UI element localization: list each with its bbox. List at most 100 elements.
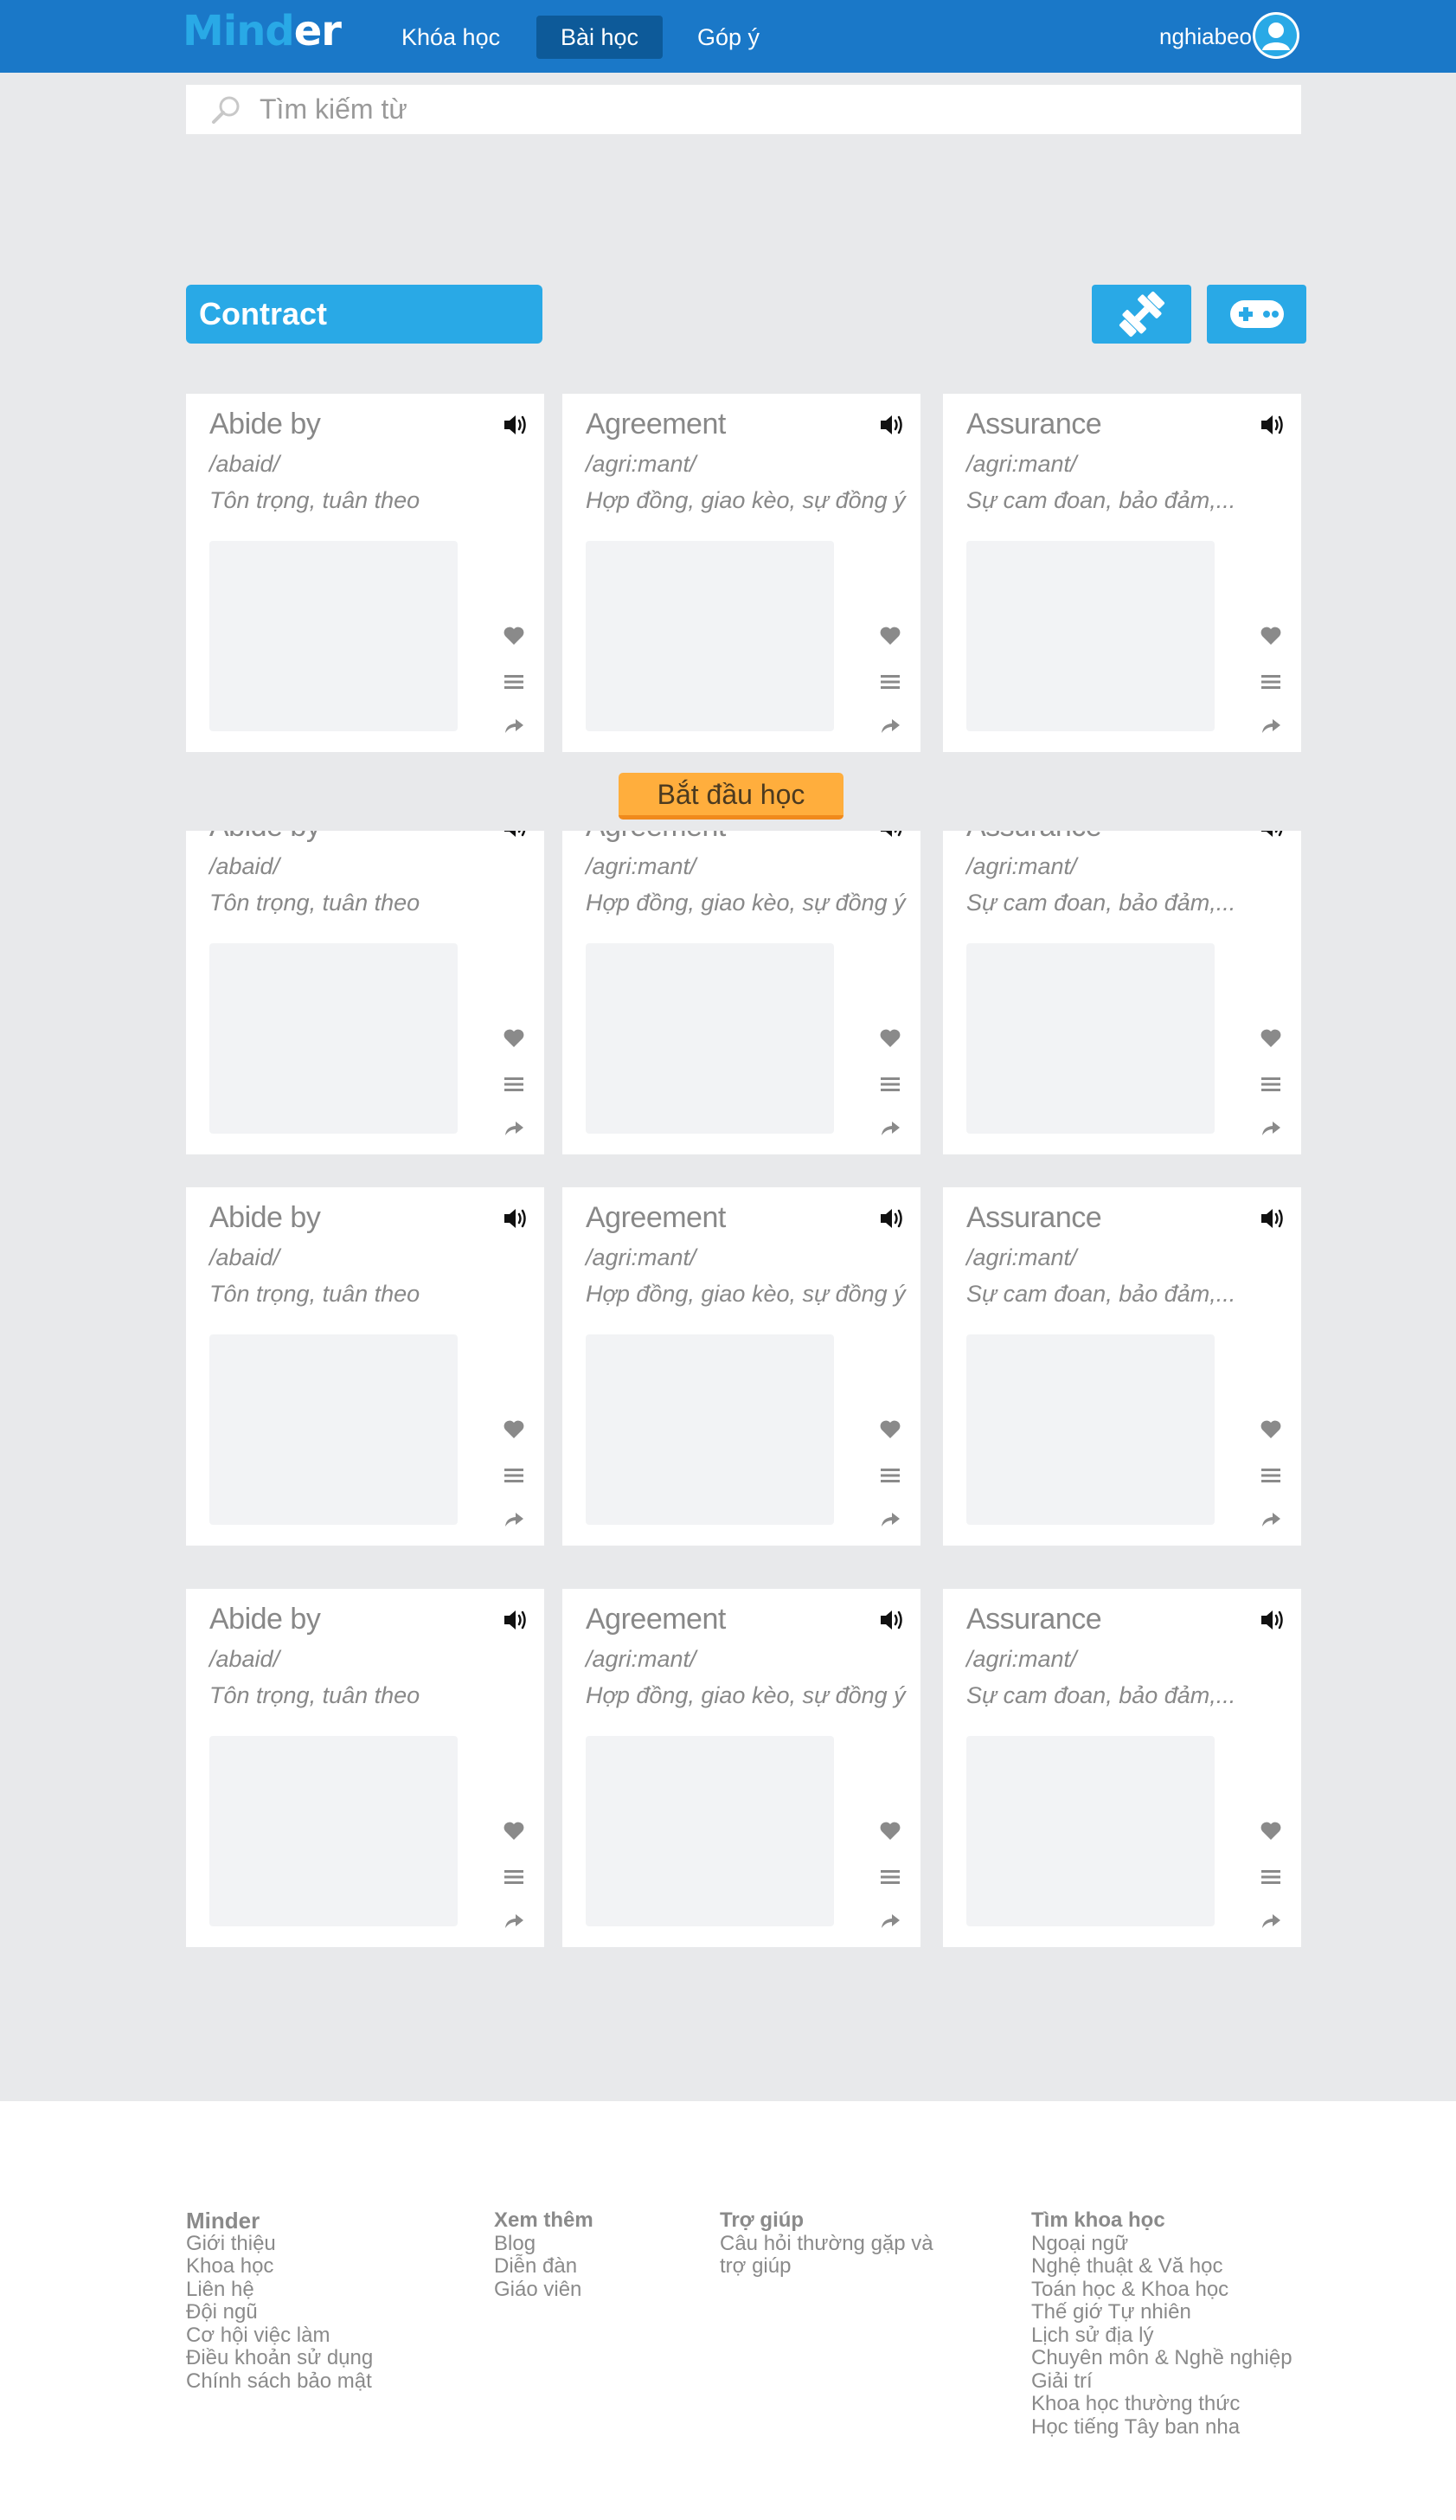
word-card[interactable]: Abide by /abaid/ Tôn trọng, tuân theo — [186, 1589, 544, 1947]
username[interactable]: nghiabeo — [1159, 19, 1252, 54]
footer-link[interactable]: Lịch sử địa lý — [1031, 2324, 1292, 2348]
menu-icon[interactable] — [879, 1466, 901, 1489]
footer-link[interactable]: Điều khoản sử dụng — [186, 2346, 373, 2370]
card-meaning: Tôn trọng, tuân theo — [209, 1682, 420, 1708]
share-icon[interactable] — [1260, 716, 1282, 741]
heart-icon[interactable] — [879, 1821, 901, 1846]
menu-icon[interactable] — [1260, 672, 1282, 696]
share-icon[interactable] — [1260, 1118, 1282, 1143]
menu-icon[interactable] — [503, 1466, 525, 1489]
word-card[interactable]: Agreement /agri:mant/ Hợp đồng, giao kèo… — [562, 394, 920, 752]
menu-icon[interactable] — [503, 672, 525, 696]
footer-link[interactable]: Học tiếng Tây ban nha — [1031, 2415, 1292, 2440]
logo[interactable]: Minder — [183, 7, 342, 55]
speaker-icon[interactable] — [879, 1608, 905, 1636]
footer-link[interactable]: Chính sách bảo mật — [186, 2369, 373, 2394]
menu-icon[interactable] — [879, 1075, 901, 1098]
speaker-icon[interactable] — [503, 831, 529, 844]
menu-icon[interactable] — [879, 1868, 901, 1891]
footer-link[interactable]: Giới thiệu — [186, 2232, 373, 2256]
menu-icon[interactable] — [1260, 1868, 1282, 1891]
speaker-icon[interactable] — [503, 413, 529, 441]
footer-link[interactable]: Chuyên môn & Nghề nghiệp — [1031, 2346, 1292, 2370]
menu-icon[interactable] — [1260, 1466, 1282, 1489]
speaker-icon[interactable] — [1260, 831, 1286, 844]
heart-icon[interactable] — [879, 1028, 901, 1053]
word-card[interactable]: Agreement /agri:mant/ Hợp đồng, giao kèo… — [562, 831, 920, 1154]
word-card[interactable]: Abide by /abaid/ Tôn trọng, tuân theo — [186, 1187, 544, 1546]
practice-button[interactable] — [1092, 285, 1191, 344]
footer-link[interactable]: Câu hỏi thường gặp và — [720, 2232, 933, 2256]
heart-icon[interactable] — [1260, 1821, 1282, 1846]
heart-icon[interactable] — [879, 626, 901, 651]
footer-link[interactable]: Đội ngũ — [186, 2300, 373, 2324]
share-icon[interactable] — [879, 1118, 901, 1143]
word-card[interactable]: Assurance /agri:mant/ Sự cam đoan, bảo đ… — [943, 1187, 1301, 1546]
footer-link[interactable]: trợ giúp — [720, 2254, 933, 2279]
footer-col-tim-khoa-hoc: Tìm khoa học Ngoại ngữ Nghệ thuật & Vă h… — [1031, 2208, 1292, 2440]
heart-icon[interactable] — [1260, 626, 1282, 651]
user-avatar-icon[interactable] — [1253, 12, 1299, 59]
speaker-icon[interactable] — [879, 413, 905, 441]
speaker-icon[interactable] — [1260, 413, 1286, 441]
footer-link[interactable]: Liên hệ — [186, 2278, 373, 2302]
search-input[interactable] — [260, 85, 1280, 134]
speaker-icon[interactable] — [879, 1206, 905, 1235]
footer-link[interactable]: Ngoại ngữ — [1031, 2232, 1292, 2256]
heart-icon[interactable] — [503, 1028, 525, 1053]
share-icon[interactable] — [503, 1118, 525, 1143]
footer-link[interactable]: Giải trí — [1031, 2369, 1292, 2394]
menu-icon[interactable] — [1260, 1075, 1282, 1098]
menu-icon[interactable] — [503, 1075, 525, 1098]
footer-link[interactable]: Cơ hội việc làm — [186, 2324, 373, 2348]
word-card[interactable]: Agreement /agri:mant/ Hợp đồng, giao kèo… — [562, 1589, 920, 1947]
share-icon[interactable] — [503, 1509, 525, 1534]
word-card[interactable]: Abide by /abaid/ Tôn trọng, tuân theo — [186, 831, 544, 1154]
game-button[interactable] — [1207, 285, 1306, 344]
speaker-icon[interactable] — [1260, 1206, 1286, 1235]
start-learning-button[interactable]: Bắt đầu học — [619, 773, 843, 820]
heart-icon[interactable] — [879, 1419, 901, 1444]
heart-icon[interactable] — [1260, 1419, 1282, 1444]
nav-khoa-hoc[interactable]: Khóa học — [377, 16, 524, 59]
footer-link[interactable]: Khoa học — [186, 2254, 373, 2279]
word-card[interactable]: Assurance /agri:mant/ Sự cam đoan, bảo đ… — [943, 831, 1301, 1154]
share-icon[interactable] — [503, 716, 525, 741]
share-icon[interactable] — [879, 1911, 901, 1936]
footer-link[interactable]: Toán học & Khoa học — [1031, 2278, 1292, 2302]
footer-link[interactable]: Blog — [494, 2232, 593, 2256]
share-icon[interactable] — [1260, 1509, 1282, 1534]
share-icon[interactable] — [879, 716, 901, 741]
word-card[interactable]: Assurance /agri:mant/ Sự cam đoan, bảo đ… — [943, 1589, 1301, 1947]
speaker-icon[interactable] — [1260, 1608, 1286, 1636]
heart-icon[interactable] — [503, 1821, 525, 1846]
footer-link[interactable]: Thế giớ Tự nhiên — [1031, 2300, 1292, 2324]
nav-gop-y[interactable]: Góp ý — [673, 16, 784, 59]
menu-icon[interactable] — [879, 672, 901, 696]
heart-icon[interactable] — [503, 626, 525, 651]
word-card[interactable]: Abide by /abaid/ Tôn trọng, tuân theo — [186, 394, 544, 752]
speaker-icon[interactable] — [503, 1608, 529, 1636]
menu-icon[interactable] — [503, 1868, 525, 1891]
word-card[interactable]: Agreement /agri:mant/ Hợp đồng, giao kèo… — [562, 1187, 920, 1546]
heart-icon[interactable] — [1260, 1028, 1282, 1053]
card-image-placeholder — [209, 1334, 458, 1525]
speaker-icon[interactable] — [503, 1206, 529, 1235]
nav-bai-hoc[interactable]: Bài học — [536, 16, 664, 59]
footer-link[interactable]: Khoa học thường thức — [1031, 2392, 1292, 2416]
footer-link[interactable]: Nghệ thuật & Vă học — [1031, 2254, 1292, 2279]
heart-icon[interactable] — [503, 1419, 525, 1444]
footer-link[interactable]: Diễn đàn — [494, 2254, 593, 2279]
card-word: Abide by — [209, 1603, 321, 1636]
topic-title: Contract — [186, 285, 542, 344]
word-card[interactable]: Assurance /agri:mant/ Sự cam đoan, bảo đ… — [943, 394, 1301, 752]
card-word: Agreement — [586, 1201, 726, 1234]
share-icon[interactable] — [879, 1509, 901, 1534]
card-meaning: Hợp đồng, giao kèo, sự đồng ý — [586, 487, 906, 513]
speaker-icon[interactable] — [879, 831, 905, 844]
share-icon[interactable] — [503, 1911, 525, 1936]
card-word: Agreement — [586, 408, 726, 440]
card-image-placeholder — [966, 1334, 1215, 1525]
share-icon[interactable] — [1260, 1911, 1282, 1936]
footer-link[interactable]: Giáo viên — [494, 2278, 593, 2302]
